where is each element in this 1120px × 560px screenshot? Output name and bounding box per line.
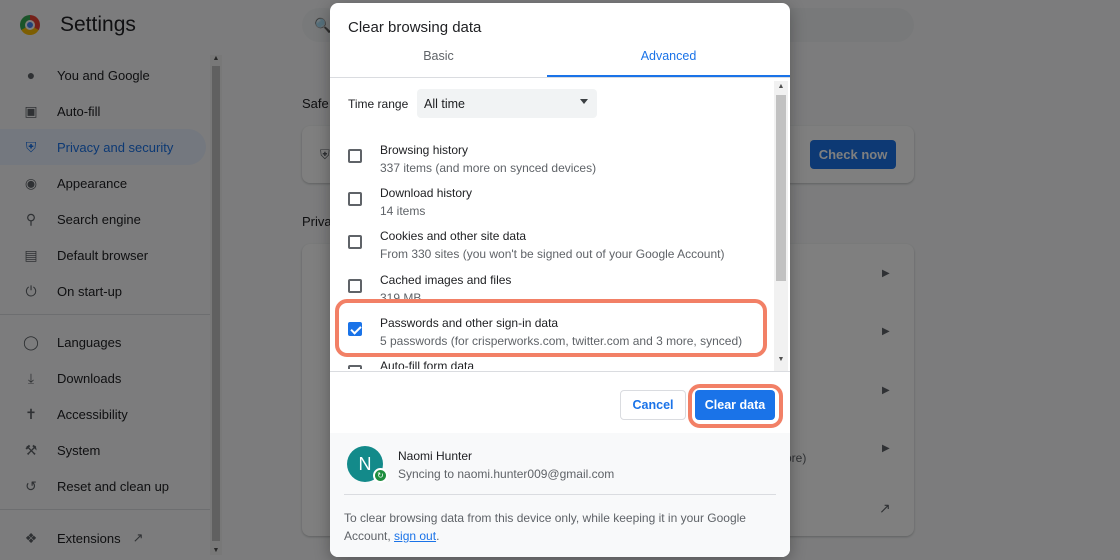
list-divider	[330, 371, 790, 372]
footer-note: To clear browsing data from this device …	[344, 509, 764, 545]
list-item-download-history[interactable]: Download history 14 items	[330, 177, 774, 220]
tab-basic[interactable]: Basic	[330, 49, 547, 77]
account-name: Naomi Hunter	[398, 449, 473, 463]
cached-images-checkbox[interactable]	[348, 279, 362, 293]
passwords-highlight-annotation	[335, 299, 767, 357]
account-section: N ↻ Naomi Hunter Syncing to naomi.hunter…	[330, 433, 790, 557]
clear-data-highlight-annotation	[688, 384, 783, 428]
dialog-title: Clear browsing data	[348, 19, 482, 36]
dialog-scroll-thumb[interactable]	[776, 95, 786, 281]
item-desc: 14 items	[380, 204, 426, 218]
item-name: Cached images and files	[380, 273, 512, 287]
item-name: Download history	[380, 186, 473, 200]
sign-out-link[interactable]: sign out	[394, 529, 436, 543]
item-name: Auto-fill form data	[380, 359, 475, 369]
list-item-browsing-history[interactable]: Browsing history 337 items (and more on …	[330, 134, 774, 177]
item-name: Cookies and other site data	[380, 229, 527, 243]
scroll-down-arrow-icon[interactable]: ▼	[774, 356, 788, 363]
item-name: Browsing history	[380, 143, 469, 157]
time-range-label: Time range	[348, 97, 409, 111]
tab-divider	[330, 77, 790, 78]
dropdown-arrow-icon	[580, 99, 588, 104]
item-desc: 337 items (and more on synced devices)	[380, 161, 597, 175]
cancel-button[interactable]: Cancel	[620, 390, 686, 420]
footer-end: .	[436, 529, 440, 543]
autofill-checkbox[interactable]	[348, 365, 362, 369]
scroll-up-arrow-icon[interactable]: ▲	[774, 83, 788, 90]
time-range-select[interactable]: All time	[417, 89, 597, 118]
download-history-checkbox[interactable]	[348, 192, 362, 206]
time-range-value: All time	[424, 96, 465, 111]
item-desc: From 330 sites (you won't be signed out …	[380, 247, 725, 261]
tab-advanced[interactable]: Advanced	[547, 49, 790, 77]
cookies-checkbox[interactable]	[348, 235, 362, 249]
browsing-history-checkbox[interactable]	[348, 149, 362, 163]
account-divider	[344, 494, 776, 495]
sync-status: Syncing to naomi.hunter009@gmail.com	[398, 467, 615, 481]
clear-browsing-data-dialog: Clear browsing data Basic Advanced Time …	[330, 3, 790, 557]
list-item-cookies[interactable]: Cookies and other site data From 330 sit…	[330, 220, 774, 263]
sync-icon: ↻	[373, 468, 388, 483]
